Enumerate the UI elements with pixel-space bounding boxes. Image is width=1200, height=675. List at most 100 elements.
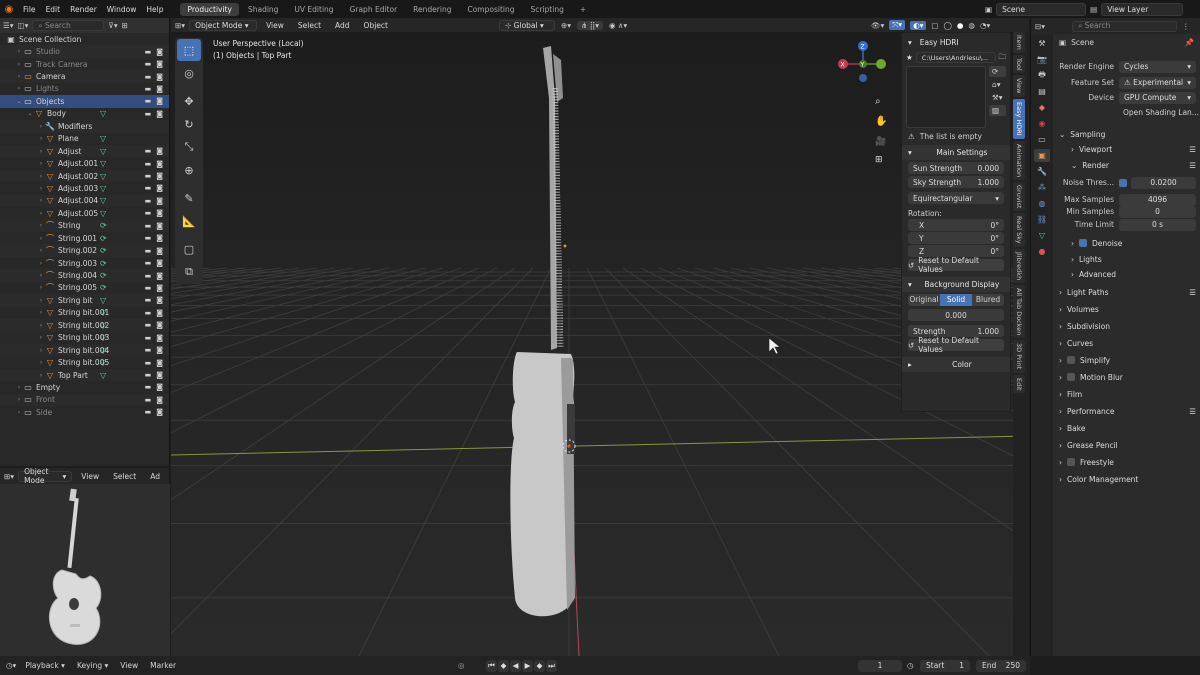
noise-threshold-field[interactable]: 0.0200 <box>1131 176 1196 189</box>
expand-arrow-icon[interactable]: › <box>15 384 23 391</box>
n-tab-all-tab-docken[interactable]: All Tab Docken <box>1013 284 1025 339</box>
expand-arrow-icon[interactable]: › <box>15 73 23 80</box>
n-tab-animation[interactable]: Animation <box>1013 140 1025 180</box>
expand-arrow-icon[interactable]: › <box>37 334 45 341</box>
section-bake[interactable]: › Bake <box>1059 421 1196 435</box>
menu-window[interactable]: Window <box>102 5 142 14</box>
mesh-data-icon[interactable]: ▽ <box>100 147 106 156</box>
tab-graph-editor[interactable]: Graph Editor <box>343 3 405 16</box>
editor-type-icon[interactable]: ⊞▾ <box>4 472 14 481</box>
expand-arrow-icon[interactable]: ⌄ <box>15 98 23 105</box>
outliner-row[interactable]: › ▽ String bit.003 ▽ ▬ ◙ <box>0 332 169 344</box>
outliner-row[interactable]: › ▽ String bit ▽ ▬ ◙ <box>0 294 169 307</box>
outliner-row[interactable]: › ⌒ String.001 ⟳ ▬ ◙ <box>0 232 169 244</box>
mesh-data-icon[interactable]: ▽ <box>100 371 106 380</box>
proportional-edit-icon[interactable]: ◉ ∧▾ <box>609 21 627 30</box>
transform-tool[interactable]: ⊕ <box>177 159 201 181</box>
n-tab-jlibredkh[interactable]: Jlibredkh <box>1013 248 1025 283</box>
add-primitive-tool[interactable]: ⧉ <box>177 261 201 283</box>
menu-edit[interactable]: Edit <box>41 5 66 14</box>
expand-arrow-icon[interactable]: › <box>15 396 23 403</box>
rotation-y-field[interactable]: Y 0° <box>908 232 1004 244</box>
section-curves[interactable]: › Curves <box>1059 336 1196 350</box>
current-frame-field[interactable]: 1 <box>858 659 902 672</box>
mesh-data-icon[interactable]: ▽ <box>100 296 106 305</box>
scene-icon[interactable]: ▣ <box>985 5 992 14</box>
shading-solid-icon[interactable]: ● <box>957 21 964 30</box>
eye-icon[interactable]: ▬ <box>145 48 152 56</box>
select-box-tool[interactable]: ⬚ <box>177 39 201 61</box>
eye-icon[interactable]: ▬ <box>145 209 152 217</box>
pivot-icon[interactable]: ⊕▾ <box>561 21 571 30</box>
hdri-path-input[interactable]: C:\Users\Andriesu\... <box>915 52 996 63</box>
scene-tab-icon[interactable]: ◆ <box>1034 101 1050 114</box>
editor-type-icon[interactable]: ◷▾ <box>6 661 16 670</box>
move-tool[interactable]: ✥ <box>177 90 201 112</box>
outliner-search-input[interactable]: ⌕ Search <box>32 20 105 31</box>
constraints-tab-icon[interactable]: ⛓ <box>1034 213 1050 226</box>
camera-render-icon[interactable]: ◙ <box>156 309 163 317</box>
render-subsection[interactable]: ⌄ Render ☰ <box>1059 158 1196 172</box>
open-shading-language-checkbox[interactable]: Open Shading Lan... <box>1059 106 1199 119</box>
refresh-icon[interactable]: ⟳ <box>989 66 1006 77</box>
camera-render-icon[interactable]: ◙ <box>156 284 163 292</box>
eye-icon[interactable]: ▬ <box>145 97 152 105</box>
outliner-row[interactable]: › ▭ Studio ▬ ◙ <box>0 45 169 58</box>
secondary-viewport[interactable]: ⊞▾ Object Mode ▾ View Select Ad <box>0 467 170 656</box>
tab-shading[interactable]: Shading <box>241 3 285 16</box>
properties-search-input[interactable]: ⌕ Search <box>1072 20 1178 32</box>
mesh-data-icon[interactable]: ▽ <box>100 172 106 181</box>
expand-arrow-icon[interactable]: › <box>37 322 45 329</box>
outliner-row[interactable]: › ▭ Camera ▬ ◙ <box>0 70 169 83</box>
image-icon[interactable]: ▨ <box>989 105 1006 116</box>
mesh-data-icon[interactable]: ▽ <box>100 308 106 317</box>
pin-icon[interactable]: 📌 <box>1185 38 1194 47</box>
camera-render-icon[interactable]: ◙ <box>156 408 163 416</box>
outliner-row[interactable]: › ▽ String bit.005 ▽ ▬ ◙ <box>0 356 169 368</box>
camera-render-icon[interactable]: ◙ <box>156 396 163 404</box>
eye-icon[interactable]: ▬ <box>145 60 152 68</box>
mesh-data-icon[interactable]: ⟳ <box>100 259 107 268</box>
n-tab-3d-print[interactable]: 3D Print <box>1013 340 1025 373</box>
3d-viewport[interactable]: ⊞▾ Object Mode ▾ View Select Add Object … <box>171 18 1029 656</box>
outliner-row[interactable]: › 🔧 Modifiers <box>0 120 169 133</box>
camera-render-icon[interactable]: ◙ <box>156 222 163 230</box>
viewport-menu-select[interactable]: Select <box>293 20 326 31</box>
overlay-icon[interactable]: ◐▾ <box>910 20 927 30</box>
expand-arrow-icon[interactable]: › <box>37 247 45 254</box>
min-samples-field[interactable]: 0 <box>1119 205 1196 218</box>
camera-render-icon[interactable]: ◙ <box>156 209 163 217</box>
gizmo-icon[interactable]: ⤧▾ <box>889 20 906 30</box>
section-freestyle[interactable]: › Freestyle <box>1059 455 1196 469</box>
eye-icon[interactable]: ▬ <box>145 184 152 192</box>
mesh-data-icon[interactable]: ⟳ <box>100 283 107 292</box>
output-tab-icon[interactable]: 🖶 <box>1034 69 1050 82</box>
blender-logo-icon[interactable]: ◉ <box>0 4 18 15</box>
n-tab-real-sky[interactable]: Real Sky <box>1013 213 1025 247</box>
playback-menu[interactable]: Playback ▾ <box>22 661 68 670</box>
view-layer-icon[interactable]: ▤ <box>1090 5 1097 14</box>
render-tab-icon[interactable]: 📷 <box>1034 53 1050 66</box>
mesh-data-icon[interactable]: ▽ <box>100 134 106 143</box>
mesh-data-icon[interactable]: ▽ <box>100 184 106 193</box>
mesh-data-icon[interactable]: ▽ <box>100 196 106 205</box>
shading-wireframe-icon[interactable]: ◯ <box>943 21 951 30</box>
add-cube-tool[interactable]: ▢ <box>177 238 201 260</box>
eye-icon[interactable]: ▬ <box>145 147 152 155</box>
mesh-data-icon[interactable]: ▽ <box>100 346 106 355</box>
expand-arrow-icon[interactable]: › <box>15 85 23 92</box>
expand-arrow-icon[interactable]: › <box>37 297 45 304</box>
outliner-row[interactable]: › ▽ Adjust.002 ▽ ▬ ◙ <box>0 169 169 183</box>
eye-icon[interactable]: ▬ <box>145 247 152 255</box>
thumb-menu-select[interactable]: Select <box>108 471 141 482</box>
outliner-row[interactable]: › ▽ Top Part ▽ ▬ ◙ <box>0 368 169 382</box>
n-tab-gruvist[interactable]: Gruvist <box>1013 181 1025 212</box>
viewport-menu-add[interactable]: Add <box>330 20 355 31</box>
editor-type-icon[interactable]: ⊞▾ <box>175 21 185 30</box>
record-icon[interactable]: ◎ <box>458 661 465 670</box>
mesh-data-icon[interactable]: ⟳ <box>100 234 107 243</box>
camera-render-icon[interactable]: ◙ <box>156 97 163 105</box>
tools-icon[interactable]: ⚒▾ <box>989 92 1006 103</box>
eye-icon[interactable]: ▬ <box>145 222 152 230</box>
viewport-menu-view[interactable]: View <box>261 20 289 31</box>
